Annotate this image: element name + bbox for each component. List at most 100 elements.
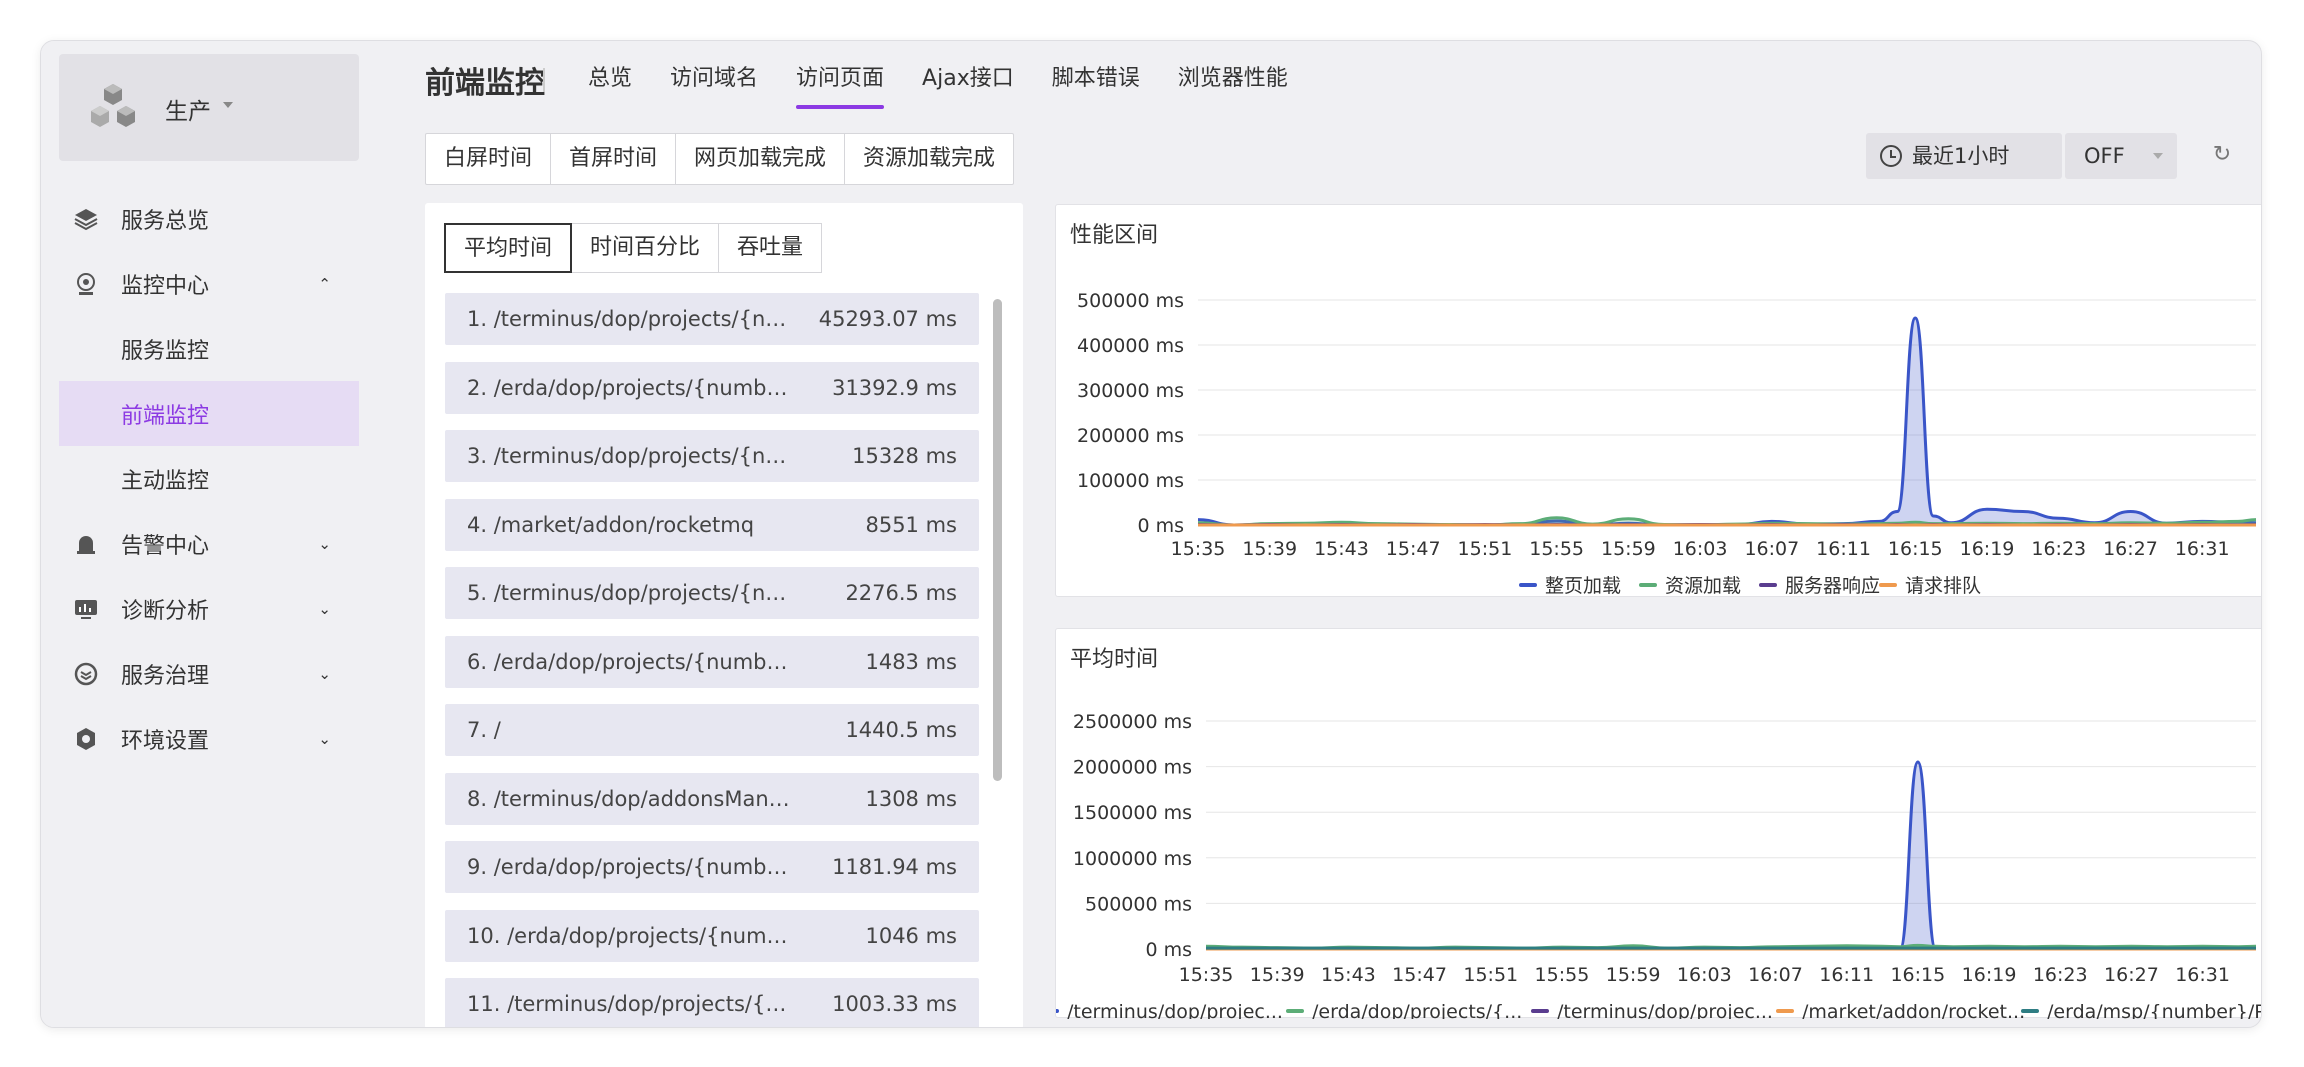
average-time-card: 平均时间 0 ms 500000 ms 1000000 ms 1500000 ms 20… (1041, 628, 2262, 1023)
legend-label[interactable]: /erda/dop/projects/{... (1312, 1001, 1522, 1023)
tab-overview[interactable]: 总览 (569, 41, 651, 111)
x-tick-label: 16:03 (1677, 964, 1732, 986)
sidebar-item-label: 环境设置 (121, 728, 210, 754)
x-tick-label: 15:35 (1171, 538, 1226, 560)
time-range-picker[interactable]: 最近1小时 (1866, 133, 2062, 179)
environment-label: 生产 (165, 99, 211, 125)
ranking-tab-time-percentage[interactable]: 时间百分比 (571, 223, 720, 273)
clock-icon (1880, 145, 1902, 167)
page-name: 1. /terminus/dop/projects/{nu... (467, 307, 797, 331)
time-range-label: 最近1小时 (1912, 144, 2010, 168)
legend-swatch (1759, 583, 1777, 587)
sidebar-item-service-monitor[interactable]: 服务监控 (59, 316, 359, 381)
sidebar-item-environment-settings[interactable]: 环境设置 ⌄ (59, 706, 359, 771)
legend-label[interactable]: 资源加载 (1665, 575, 1741, 597)
tab-domains[interactable]: 访问域名 (651, 41, 777, 111)
x-tick-label: 16:15 (1890, 964, 1945, 986)
list-item[interactable]: 10. /erda/dop/projects/{number}/i... 1046… (445, 909, 979, 962)
list-item[interactable]: 2. /erda/dop/projects/{number}... 31392.9… (445, 361, 979, 414)
ranking-tab-average-time[interactable]: 平均时间 (444, 223, 573, 273)
metric-tab-white-screen[interactable]: 白屏时间 (426, 134, 552, 184)
sidebar-item-active-monitor[interactable]: 主动监控 (59, 446, 359, 511)
sidebar-item-frontend-monitor[interactable]: 前端监控 (59, 381, 359, 446)
legend-label[interactable]: /terminus/dop/projec... (1557, 1001, 1773, 1023)
list-item[interactable]: 7. / 1440.5 ms (445, 704, 979, 756)
x-tick-label: 15:47 (1392, 964, 1447, 986)
list-item[interactable]: 3. /terminus/dop/projects/{numb... 15328 … (445, 430, 979, 482)
y-tick-label: 500000 ms (1077, 290, 1184, 312)
list-item[interactable]: 8. /terminus/dop/addonsManage/... 1308 ms (445, 772, 979, 825)
main-content: 前端监控 总览 访问域名 访问页面 Ajax接口 脚本错误 浏览器性能 白屏时间… (381, 41, 2262, 1027)
page-value: 8551 ms (865, 512, 957, 537)
y-tick-label: 300000 ms (1077, 380, 1184, 402)
y-tick-label: 400000 ms (1077, 335, 1184, 357)
settings-gear-icon (73, 726, 99, 752)
auto-refresh-select[interactable]: OFF (2065, 133, 2177, 179)
x-tick-label: 16:19 (1962, 964, 2017, 986)
legend-label[interactable]: 整页加载 (1545, 575, 1621, 597)
chevron-down-icon: ⌄ (318, 535, 331, 553)
auto-refresh-value: OFF (2084, 144, 2125, 168)
sidebar-menu: 服务总览 监控中心 ⌃ 服务监控 前端监控 主动监控 告警中心 ⌄ 诊断分析 ⌄… (59, 186, 359, 771)
chevron-up-icon: ⌃ (318, 275, 331, 293)
series-line (1205, 760, 2256, 951)
legend-label[interactable]: /terminus/dop/projec... (1067, 1001, 1283, 1023)
y-tick-label: 500000 ms (1085, 893, 1192, 915)
list-item[interactable]: 5. /terminus/dop/projects/{num... 2276.5 … (445, 567, 979, 619)
page-value: 1483 ms (865, 649, 957, 674)
ranking-tab-throughput[interactable]: 吞吐量 (718, 223, 823, 273)
tab-pages[interactable]: 访问页面 (777, 41, 903, 111)
header-tabs: 总览 访问域名 访问页面 Ajax接口 脚本错误 浏览器性能 (569, 41, 1307, 111)
page-name: 8. /terminus/dop/addonsManage/... (467, 786, 797, 811)
list-item[interactable]: 1. /terminus/dop/projects/{nu... 45293.07… (445, 293, 979, 345)
legend-swatch (1519, 583, 1537, 587)
caret-down-icon (223, 102, 233, 108)
list-item[interactable]: 9. /erda/dop/projects/{number}... 1181.94… (445, 841, 979, 893)
x-tick-label: 16:15 (1888, 538, 1943, 560)
legend-swatch (1286, 1009, 1304, 1013)
average-time-chart: 0 ms 500000 ms 1000000 ms 1500000 ms 2000000… (1041, 711, 2262, 1023)
metric-tab-first-screen[interactable]: 首屏时间 (551, 134, 677, 184)
page-value: 1181.94 ms (832, 855, 957, 879)
title-divider (543, 68, 545, 92)
tab-ajax[interactable]: Ajax接口 (903, 41, 1033, 111)
x-tick-label: 16:31 (2175, 964, 2230, 986)
list-scrollbar[interactable] (991, 293, 1003, 1027)
layers-icon (73, 206, 99, 232)
x-tick-label: 15:55 (1535, 964, 1590, 986)
sidebar-item-service-overview[interactable]: 服务总览 (59, 186, 359, 251)
legend-label[interactable]: 服务器响应 (1785, 575, 1880, 597)
chart-title: 性能区间 (1070, 223, 1159, 248)
x-tick-label: 16:27 (2104, 964, 2159, 986)
sidebar-item-label: 告警中心 (121, 533, 210, 559)
x-tick-label: 16:31 (2175, 538, 2230, 560)
metric-tab-resource-load[interactable]: 资源加载完成 (845, 134, 1013, 184)
environment-switcher[interactable]: 生产 (59, 54, 359, 161)
page-value: 2276.5 ms (845, 581, 957, 605)
x-tick-label: 15:39 (1250, 964, 1305, 986)
tab-script-errors[interactable]: 脚本错误 (1033, 41, 1159, 111)
list-item[interactable]: 11. /terminus/dop/projects/{nu... 1003.33… (445, 978, 979, 1027)
sidebar-item-service-governance[interactable]: 服务治理 ⌄ (59, 641, 359, 706)
tab-browser-performance[interactable]: 浏览器性能 (1159, 41, 1307, 111)
sidebar-item-alarm-center[interactable]: 告警中心 ⌄ (59, 511, 359, 576)
legend-label[interactable]: 请求排队 (1905, 575, 1981, 597)
scrollbar-thumb[interactable] (993, 299, 1002, 781)
refresh-icon[interactable]: ↻ (2209, 142, 2235, 168)
x-tick-label: 15:47 (1386, 538, 1441, 560)
page-name: 4. /market/addon/rocketmq (467, 512, 755, 537)
list-item[interactable]: 6. /erda/dop/projects/{number}/a... 1483 … (445, 635, 979, 688)
sidebar-item-diagnosis[interactable]: 诊断分析 ⌄ (59, 576, 359, 641)
page-list: 1. /terminus/dop/projects/{nu... 45293.07… (445, 293, 979, 1027)
sidebar-item-monitor-center[interactable]: 监控中心 ⌃ (59, 251, 359, 316)
page-ranking-panel: 平均时间 时间百分比 吞吐量 1. /terminus/dop/projects… (425, 203, 1023, 1027)
page-title: 前端监控 (425, 66, 545, 101)
metric-tab-page-load[interactable]: 网页加载完成 (676, 134, 846, 184)
x-tick-label: 16:19 (1960, 538, 2015, 560)
legend-label[interactable]: /erda/msp/{number}/P... (2047, 1001, 2262, 1023)
legend-label[interactable]: /market/addon/rocket... (1802, 1001, 2025, 1023)
list-item[interactable]: 4. /market/addon/rocketmq 8551 ms (445, 498, 979, 551)
performance-range-chart: 0 ms 100000 ms 200000 ms 300000 ms 400000 ms… (1077, 290, 2257, 597)
legend-swatch (1639, 583, 1657, 587)
y-tick-label: 1500000 ms (1073, 802, 1192, 824)
